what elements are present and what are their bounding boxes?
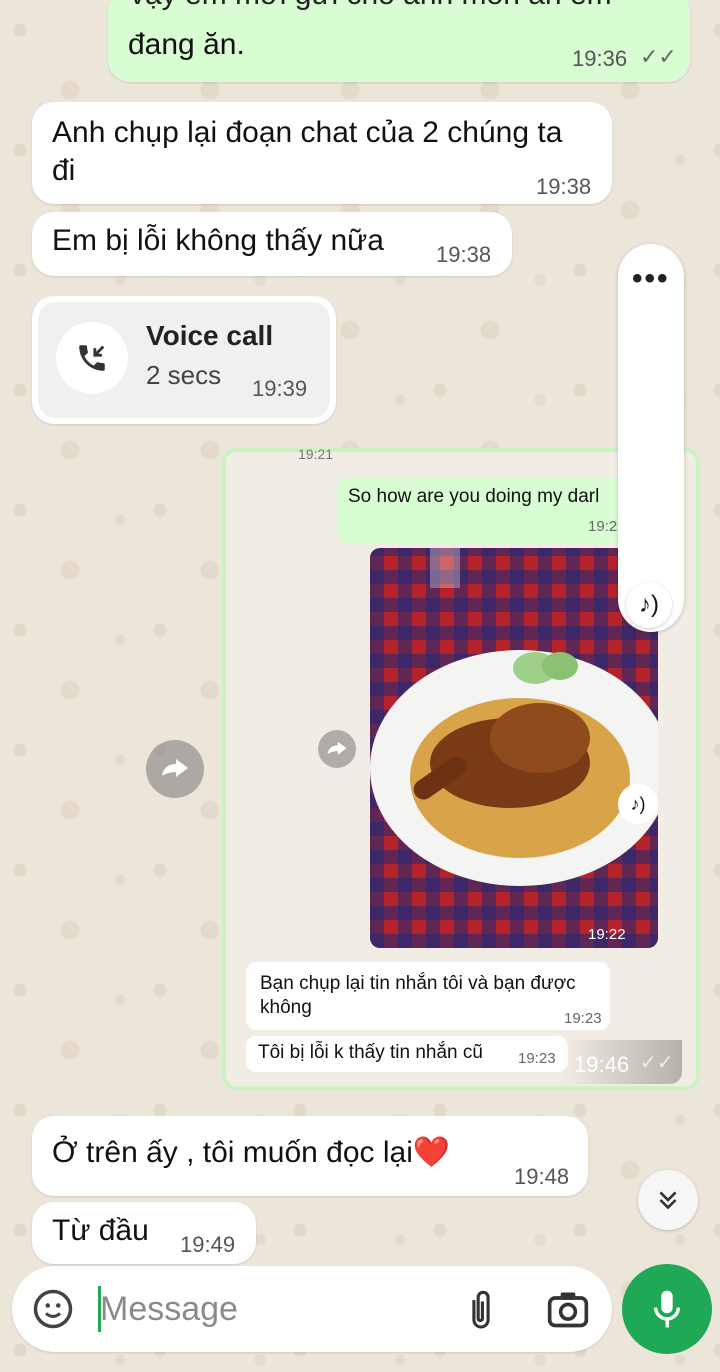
scroll-down-icon[interactable] — [638, 1170, 698, 1230]
message-time: 19:38 — [536, 174, 592, 199]
message-incoming-5[interactable]: Ở trên ấy , tôi muốn đọc lại❤️ 19:48 — [32, 1116, 588, 1196]
message-text: Anh chụp lại đoạn chat của 2 chúng ta đi — [52, 116, 563, 187]
double-check-icon: ✓✓ — [640, 1052, 674, 1074]
message-input[interactable] — [100, 1284, 440, 1334]
heart-emoji: ❤️ — [412, 1136, 451, 1169]
photo-time: 19:22 — [588, 926, 626, 943]
message-text-content: Ở trên ấy , tôi muốn đọc lại — [52, 1136, 413, 1169]
audio-icon[interactable]: ♪) — [626, 582, 672, 628]
screenshot-vn-time-1: 19:23 — [564, 1010, 602, 1027]
attach-icon[interactable] — [464, 1288, 498, 1332]
message-text: Từ đầu — [52, 1214, 149, 1247]
message-outgoing-1[interactable]: vậy em mới gửi cho anh món ăn em đang ăn… — [108, 0, 690, 82]
message-composer — [12, 1266, 612, 1352]
message-text: Em bị lỗi không thấy nữa — [52, 224, 384, 257]
voice-call-duration: 2 secs — [146, 360, 222, 390]
audio-icon-small: ♪) — [618, 784, 658, 824]
message-time: 19:36 — [572, 46, 628, 71]
screenshot-top-time: 19:21 — [298, 446, 334, 462]
message-text: đang ăn. — [128, 28, 245, 61]
image-message-time: 19:46 — [574, 1052, 630, 1077]
message-time: 19:49 — [180, 1232, 236, 1257]
side-action-panel — [618, 244, 684, 632]
screenshot-english-time: 19:2 — [588, 518, 618, 535]
mic-icon[interactable] — [622, 1264, 712, 1354]
incoming-call-icon — [56, 322, 128, 394]
voice-call-time: 19:39 — [252, 376, 308, 401]
more-icon[interactable]: ••• — [632, 262, 670, 296]
emoji-sticker-icon[interactable] — [32, 1288, 74, 1330]
screenshot-vn-time-2: 19:23 — [518, 1050, 556, 1067]
screenshot-vn-text-1: Bạn chụp lại tin nhắn tôi và bạn được kh… — [260, 973, 576, 1018]
forward-icon-small — [318, 730, 356, 768]
message-incoming-6[interactable]: Từ đầu 19:49 — [32, 1202, 256, 1264]
message-text: Ở trên ấy , tôi muốn đọc lại❤️ — [52, 1134, 450, 1172]
screenshot-vn-text-2: Tôi bị lỗi k thấy tin nhắn cũ — [258, 1042, 483, 1063]
double-check-icon: ✓✓ — [640, 44, 677, 69]
voice-call-title: Voice call — [146, 320, 274, 351]
camera-icon[interactable] — [546, 1288, 590, 1330]
message-time: 19:38 — [436, 242, 492, 267]
food-photo[interactable] — [370, 548, 658, 948]
forward-icon[interactable] — [146, 740, 204, 798]
message-partial-text: vậy em mới gửi cho anh món ăn em — [130, 0, 670, 14]
message-time: 19:48 — [514, 1164, 570, 1189]
message-incoming-3[interactable]: Em bị lỗi không thấy nữa 19:38 — [32, 212, 512, 276]
message-incoming-2[interactable]: Anh chụp lại đoạn chat của 2 chúng ta đi… — [32, 102, 612, 204]
screenshot-english-text: So how are you doing my darl — [348, 486, 600, 507]
